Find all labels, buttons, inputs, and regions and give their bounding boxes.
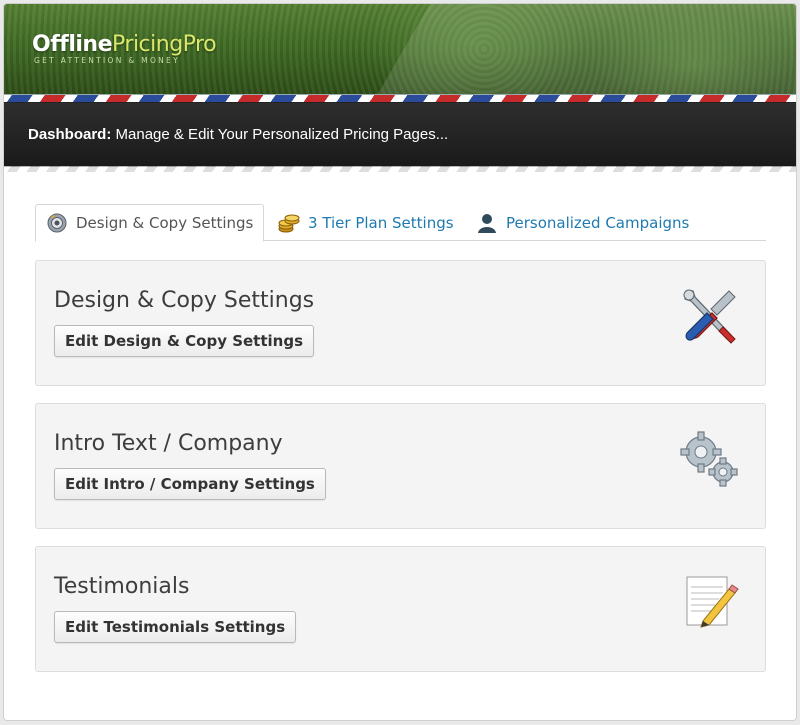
tab-label: Design & Copy Settings <box>76 214 254 232</box>
app-frame: OfflinePricingPro GET ATTENTION & MONEY … <box>3 3 797 721</box>
edit-design-copy-settings-button[interactable]: Edit Design & Copy Settings <box>54 325 315 357</box>
header-sheen <box>304 4 796 94</box>
logo-wordmark: OfflinePricingPro <box>32 32 217 57</box>
tab-3-tier-plan-settings[interactable]: 3 Tier Plan Settings <box>278 204 454 241</box>
tools-icon <box>679 285 741 347</box>
dashboard-label: Dashboard: <box>28 126 112 143</box>
site-header: OfflinePricingPro GET ATTENTION & MONEY <box>4 4 796 94</box>
panel-title: Intro Text / Company <box>54 431 283 456</box>
panel-testimonials: Testimonials Edit Testimonials Settings <box>35 546 766 672</box>
settings-tabs: Design & Copy Settings 3 Tier Plan Setti… <box>35 204 766 242</box>
document-pencil-icon <box>679 571 741 633</box>
coins-icon <box>278 212 300 234</box>
logo-tagline: GET ATTENTION & MONEY <box>34 56 180 65</box>
logo-part-offline: Offline <box>32 32 113 57</box>
edit-testimonials-settings-button[interactable]: Edit Testimonials Settings <box>54 611 297 643</box>
logo-part-pricingpro: PricingPro <box>112 32 217 57</box>
tab-design-copy-settings[interactable]: Design & Copy Settings <box>35 204 265 242</box>
logo[interactable]: OfflinePricingPro GET ATTENTION & MONEY <box>32 32 217 65</box>
panel-design-copy-settings: Design & Copy Settings Edit Design & Cop… <box>35 260 766 386</box>
dashboard-description: Manage & Edit Your Personalized Pricing … <box>111 126 449 143</box>
panel-title: Testimonials <box>54 574 190 599</box>
user-icon <box>476 212 498 234</box>
tab-label: 3 Tier Plan Settings <box>308 213 454 232</box>
tab-label: Personalized Campaigns <box>506 213 690 232</box>
edit-intro-company-settings-button[interactable]: Edit Intro / Company Settings <box>54 468 326 500</box>
airmail-stripe <box>4 94 796 103</box>
panel-title: Design & Copy Settings <box>54 288 315 313</box>
palette-gear-icon <box>46 212 68 234</box>
panel-intro-text-company: Intro Text / Company Edit Intro / Compan… <box>35 403 766 529</box>
dashboard-bar: Dashboard: Manage & Edit Your Personaliz… <box>4 103 796 172</box>
dashboard-heading: Dashboard: Manage & Edit Your Personaliz… <box>28 126 448 143</box>
gears-icon <box>679 428 741 490</box>
tab-personalized-campaigns[interactable]: Personalized Campaigns <box>476 204 689 241</box>
